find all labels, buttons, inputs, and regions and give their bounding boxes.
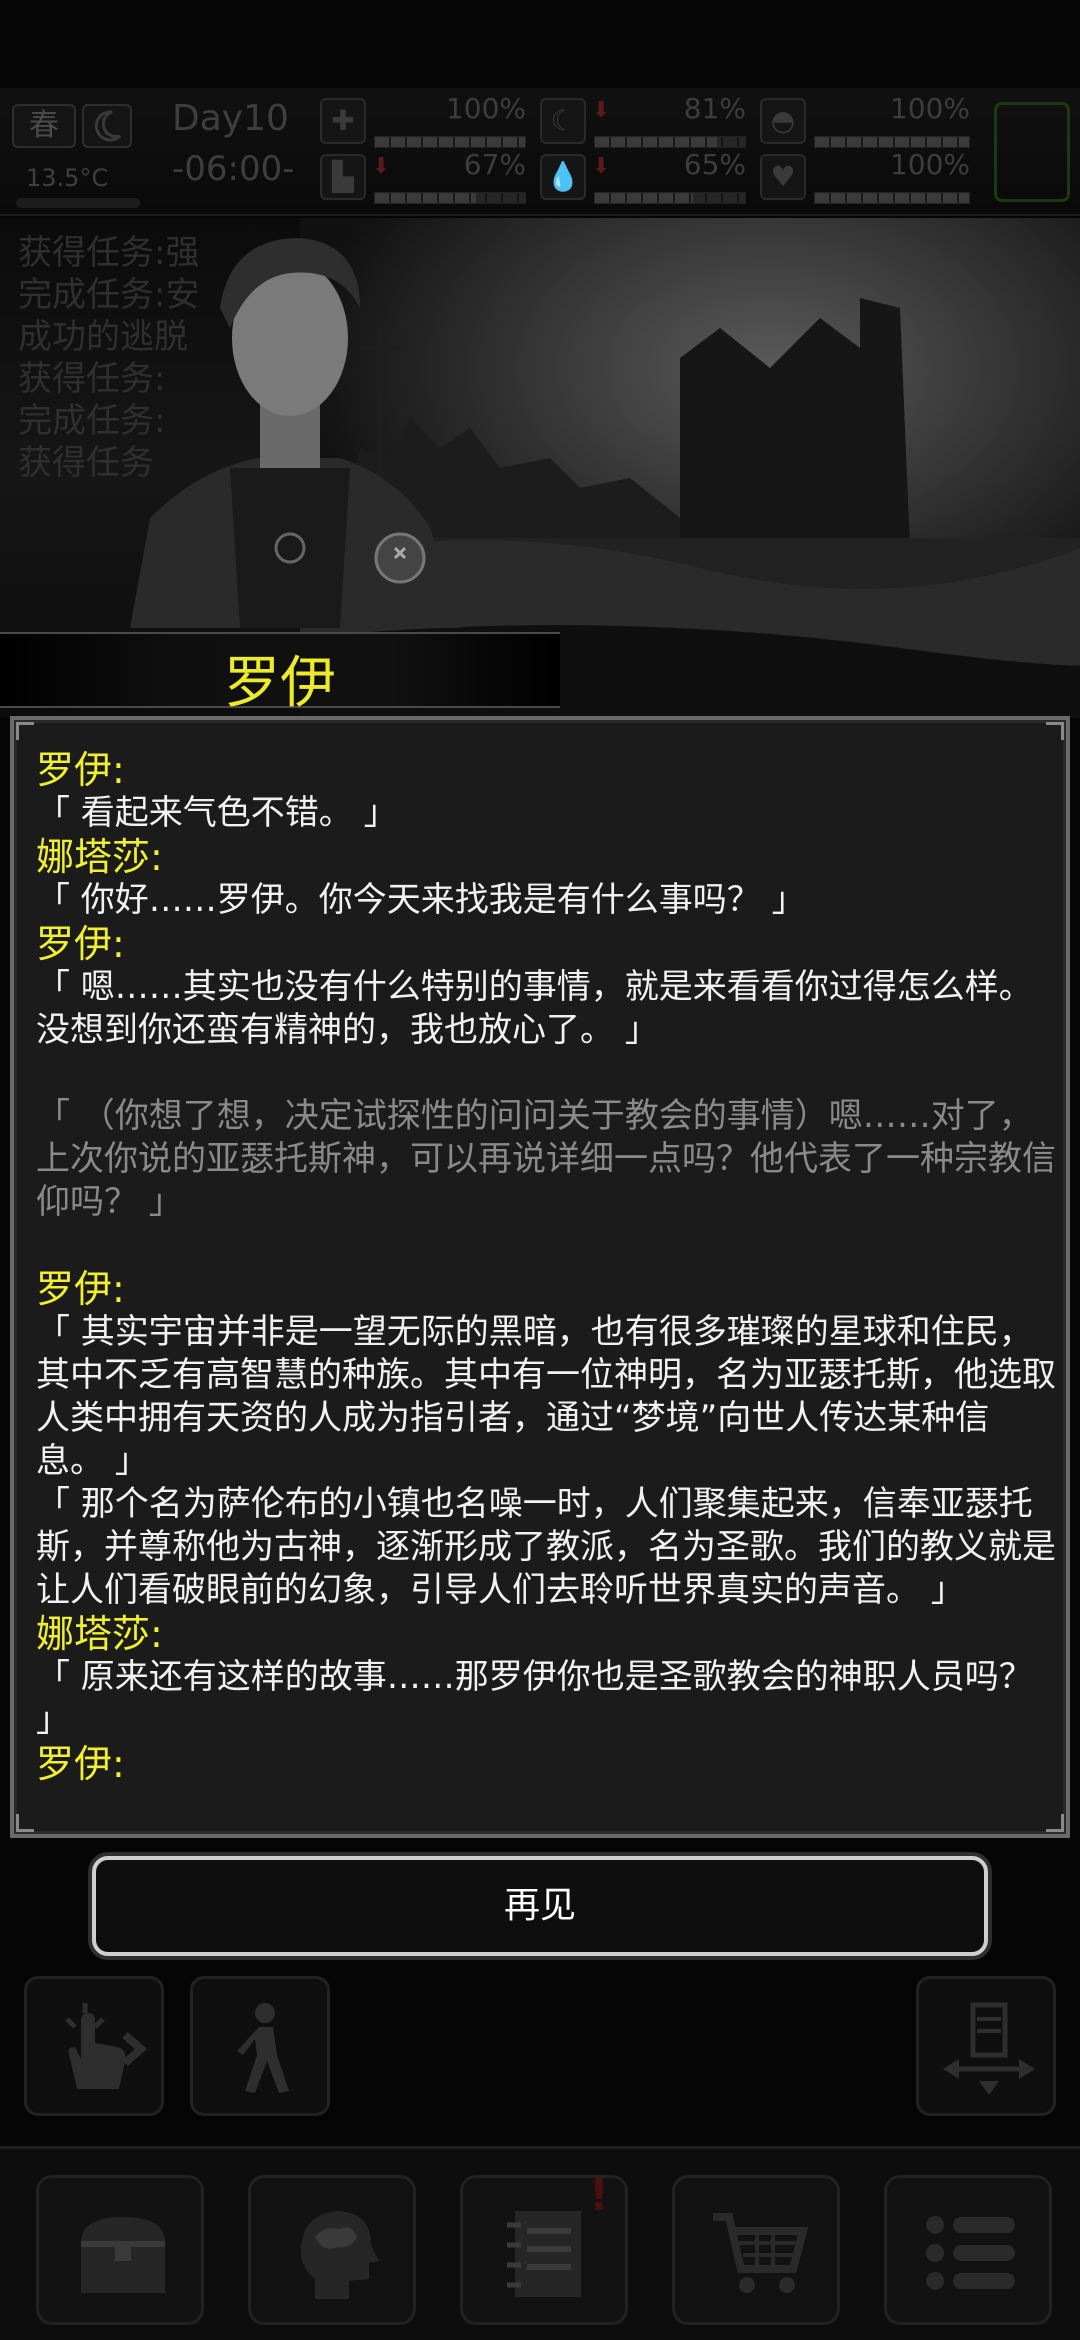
dialog-line: 「 你好……罗伊。你今天来找我是有什么事吗？ 」 [36,880,806,920]
walking-person-icon [237,2003,289,2093]
goodbye-button[interactable]: 再见 [92,1856,988,1956]
nav-shop[interactable] [672,2175,840,2325]
status-bar: 春 13.5°C Day10 -06:00- ✚ 100% ▙ ⬇ 67% ☾ … [0,88,1080,216]
dialog-line: 「 其实宇宙并非是一望无际的黑暗，也有很多璀璨的星球和住民，其中不乏有高智慧的种… [36,1312,1056,1481]
npc-name: 罗伊 [224,651,336,716]
medkit-icon: ✚ [320,98,366,144]
speaker-name: 罗伊: [36,922,125,966]
season-panel[interactable]: 春 13.5°C [6,98,140,208]
day-counter: Day10 [172,98,289,139]
dialog-line: 「 原来还有这样的故事……那罗伊你也是圣歌教会的神职人员吗？ 」 [36,1657,1033,1740]
shopping-cart-icon [713,2213,809,2293]
helmet-icon: ◓ [760,98,806,144]
stat-mood[interactable]: ♥ 100% [760,148,970,206]
dialog-line: 「 看起来气色不错。 」 [36,793,398,833]
thermometer-bar [16,198,140,208]
clock: -06:00- [172,149,295,189]
alert-icon: ! [588,2170,609,2221]
arrow-down-icon: ⬇ [372,154,391,179]
drop-icon: 💧 [540,154,586,200]
notebook-icon [507,2211,581,2297]
moon-icon [82,104,132,148]
temperature: 13.5°C [26,164,109,192]
speaker-name: 罗伊: [36,1267,125,1311]
stat-armor[interactable]: ◓ 100% [760,92,970,150]
interact-button[interactable] [24,1976,164,2116]
nav-skills[interactable] [248,2175,416,2325]
nav-inventory[interactable] [36,2175,204,2325]
equipment-slot[interactable] [994,102,1070,202]
character-portrait [130,238,460,628]
dialog-line: 「 嗯……其实也没有什么特别的事情，就是来看看你过得怎么样。没想到你还蛮有精神的… [36,967,1033,1050]
nav-menu[interactable] [884,2175,1052,2325]
treasure-chest-icon [81,2217,165,2293]
speaker-name: 娜塔莎: [36,835,163,879]
day-panel: Day10 -06:00- [172,98,302,189]
signpost-icon [943,2002,1035,2095]
stat-hunger[interactable]: ☾ ⬇ 81% [540,92,746,150]
season-label: 春 [12,104,76,148]
dialog-panel[interactable]: 罗伊: 「 看起来气色不错。 」 娜塔莎: 「 你好……罗伊。你今天来找我是有什… [10,716,1070,1838]
stat-health[interactable]: ✚ 100% [320,92,526,150]
map-button[interactable] [916,1976,1056,2116]
stat-thirst[interactable]: 💧 ⬇ 65% [540,148,746,206]
speaker-name: 娜塔莎: [36,1612,163,1656]
arrow-down-icon: ⬇ [592,98,611,123]
stomach-icon: ☾ [540,98,586,144]
dialog-lines: 罗伊: 「 看起来气色不错。 」 娜塔莎: 「 你好……罗伊。你今天来找我是有什… [36,748,1056,1786]
bottom-nav: ! [0,2146,1080,2340]
brain-head-icon [300,2211,379,2299]
walk-button[interactable] [190,1976,330,2116]
narration-line: 「 （你想了想，决定试探性的问问关于教会的事情）嗯……对了，上次你说的亚瑟托斯神… [36,1096,1056,1222]
speaker-name: 罗伊: [36,748,125,792]
npc-name-plate: 罗伊 [0,632,560,716]
stat-stamina[interactable]: ▙ ⬇ 67% [320,148,526,206]
heart-icon: ♥ [760,154,806,200]
menu-list-icon [926,2216,1015,2290]
speaker-name: 罗伊: [36,1742,125,1786]
tap-hand-icon [65,2003,147,2089]
boot-icon: ▙ [320,154,366,200]
nav-quests[interactable]: ! [460,2170,628,2325]
arrow-down-icon: ⬇ [592,154,611,179]
dialog-line: 「 那个名为萨伦布的小镇也名噪一时，人们聚集起来，信奉亚瑟托斯，并尊称他为古神，… [36,1484,1056,1610]
